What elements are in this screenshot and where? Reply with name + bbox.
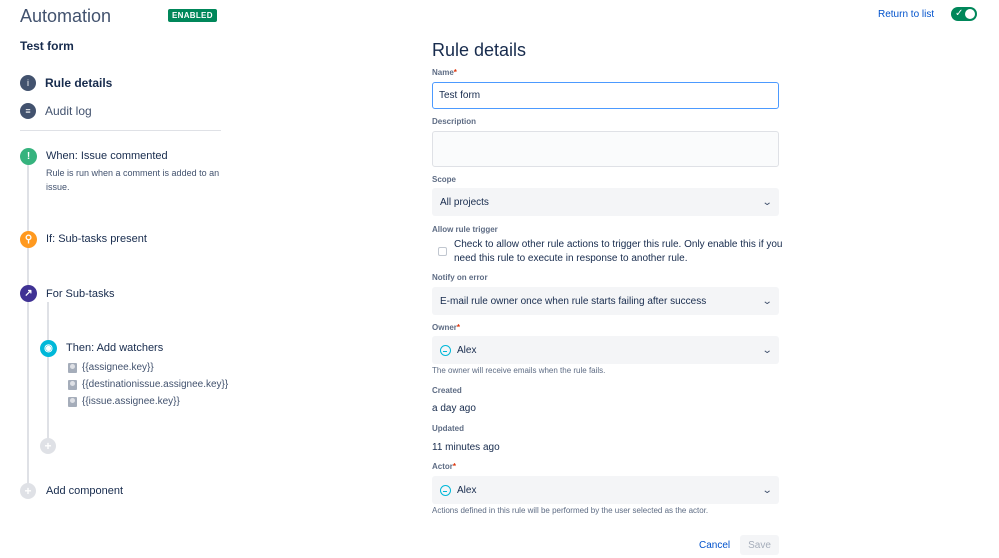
actor-select[interactable]: Alex ⌄: [432, 476, 779, 504]
form-title: Rule details: [432, 40, 527, 60]
owner-label: Owner*: [432, 323, 460, 332]
nav-audit-log[interactable]: ≡ Audit log: [20, 102, 92, 120]
component-trigger[interactable]: When: Issue commented: [46, 150, 168, 162]
required-marker: *: [456, 323, 461, 332]
scope-label: Scope: [432, 175, 457, 184]
flow-connector: [27, 165, 29, 485]
owner-select[interactable]: Alex ⌄: [432, 336, 779, 364]
link-icon: ⚲: [20, 231, 37, 248]
component-branch[interactable]: For Sub-tasks: [46, 288, 114, 300]
nav-label: Rule details: [45, 76, 113, 90]
trigger-description: Rule is run when a comment is added to a…: [46, 168, 220, 192]
eye-icon: ◉: [40, 340, 57, 357]
scope-value: All projects: [440, 196, 489, 208]
actor-label: Actor*: [432, 462, 456, 471]
save-button[interactable]: Save: [740, 535, 779, 555]
add-component-link[interactable]: Add component: [46, 485, 123, 497]
watcher-value: {{destinationissue.assignee.key}}: [82, 379, 229, 390]
user-icon: [68, 362, 77, 373]
owner-label-text: Owner: [432, 323, 457, 332]
status-badge: ENABLED: [168, 9, 217, 22]
updated-value: 11 minutes ago: [432, 442, 500, 453]
actor-label-text: Actor: [432, 462, 453, 471]
plus-icon[interactable]: +: [20, 483, 36, 499]
user-icon: [68, 379, 77, 390]
cancel-button[interactable]: Cancel: [695, 535, 734, 555]
chevron-down-icon: ⌄: [761, 344, 773, 356]
name-label-text: Name: [432, 68, 454, 77]
actor-helper: Actions defined in this rule will be per…: [432, 506, 709, 515]
owner-helper: The owner will receive emails when the r…: [432, 366, 606, 375]
info-icon: i: [20, 75, 36, 91]
rule-name: Test form: [20, 39, 74, 53]
notify-value: E-mail rule owner once when rule starts …: [440, 295, 707, 307]
watcher-value: {{assignee.key}}: [82, 362, 154, 373]
component-action[interactable]: Then: Add watchers: [66, 342, 163, 354]
created-value: a day ago: [432, 403, 476, 414]
add-branch-component-button[interactable]: +: [40, 438, 56, 454]
branch-icon: ↗: [20, 285, 37, 302]
required-marker: *: [453, 68, 457, 77]
watcher-item: {{destinationissue.assignee.key}}: [68, 379, 228, 390]
watcher-item: {{issue.assignee.key}}: [68, 396, 180, 407]
actor-value: Alex: [457, 484, 477, 496]
updated-label: Updated: [432, 424, 464, 433]
nav-rule-details[interactable]: i Rule details: [20, 74, 112, 92]
branch-connector: [47, 302, 49, 447]
sidebar-divider: [20, 130, 221, 131]
return-to-list-link[interactable]: Return to list: [878, 9, 934, 20]
created-label: Created: [432, 386, 462, 395]
watcher-value: {{issue.assignee.key}}: [82, 396, 180, 407]
chevron-down-icon: ⌄: [761, 196, 773, 208]
avatar: [440, 344, 451, 356]
watcher-item: {{assignee.key}}: [68, 362, 154, 373]
component-condition[interactable]: If: Sub-tasks present: [46, 233, 147, 245]
branch-spacer: [47, 338, 49, 339]
chevron-down-icon: ⌄: [761, 484, 773, 496]
chevron-down-icon: ⌄: [761, 295, 773, 307]
description-textarea[interactable]: [432, 131, 779, 167]
avatar: [440, 484, 451, 496]
comment-icon: !: [20, 148, 37, 165]
toggle-knob: [965, 9, 975, 19]
notify-select[interactable]: E-mail rule owner once when rule starts …: [432, 287, 779, 315]
required-marker: *: [452, 462, 457, 471]
scope-select[interactable]: All projects ⌄: [432, 188, 779, 216]
allow-trigger-checkbox[interactable]: [438, 247, 447, 256]
app-title: Automation: [20, 6, 112, 26]
rule-enabled-toggle[interactable]: ✓: [951, 7, 977, 21]
user-icon: [68, 396, 77, 407]
nav-label: Audit log: [45, 104, 92, 118]
notify-label: Notify on error: [432, 273, 488, 282]
allow-trigger-label: Allow rule trigger: [432, 225, 498, 234]
description-label: Description: [432, 117, 477, 126]
list-icon: ≡: [20, 103, 36, 119]
owner-value: Alex: [457, 344, 477, 356]
name-label: Name*: [432, 68, 457, 77]
check-icon: ✓: [955, 8, 964, 19]
name-input[interactable]: [432, 82, 779, 109]
allow-trigger-text: Check to allow other rule actions to tri…: [454, 239, 783, 264]
